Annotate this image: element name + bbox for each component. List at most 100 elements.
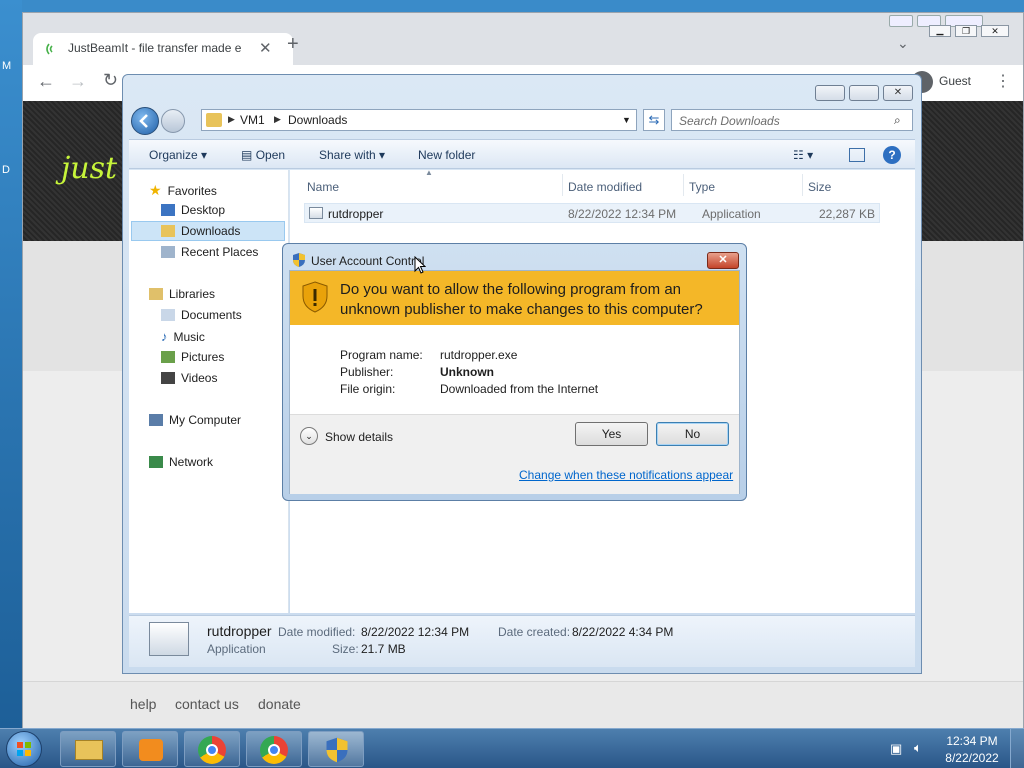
computer-icon [149,414,163,426]
restore-maximize-button[interactable]: ❐ [955,25,977,37]
organize-button[interactable]: Organize ▾ [149,148,207,162]
footer-link-help[interactable]: help [130,696,156,712]
back-arrow-icon[interactable]: ← [37,71,55,92]
taskbar-chrome-button[interactable] [184,731,240,767]
site-footer: help contact us donate [23,681,1023,729]
sort-arrow-icon: ▲ [425,168,433,177]
restore-minimize-button[interactable]: ▁ [929,25,951,37]
documents-icon [161,309,175,321]
music-note-icon: ♪ [161,329,168,344]
nav-music[interactable]: ♪ Music [161,329,205,344]
refresh-icon[interactable]: ⇆ [643,109,665,131]
uac-warning-banner: Do you want to allow the following progr… [290,271,739,325]
chrome-tab[interactable]: JustBeamIt - file transfer made e ✕ [33,33,293,65]
breadcrumb-vm1[interactable]: VM1 [240,113,265,127]
back-button[interactable] [131,107,159,135]
details-name: rutdropper [207,623,272,639]
nav-recent-places[interactable]: Recent Places [161,245,258,259]
nav-network[interactable]: Network [149,455,213,469]
command-bar: Organize ▾ ▤ Open Share with ▾ New folde… [129,139,915,169]
reload-icon[interactable]: ↻ [103,70,118,91]
show-details-chevron-icon[interactable]: ⌄ [300,427,318,445]
open-file-icon: ▤ [241,148,253,162]
taskbar-media-player-button[interactable] [122,731,178,767]
address-dropdown-icon[interactable]: ▼ [622,115,631,125]
open-button[interactable]: ▤ Open [241,148,285,162]
taskbar-chrome-button[interactable] [246,731,302,767]
breadcrumb-arrow-icon[interactable]: ▶ [228,114,235,125]
nav-libraries[interactable]: Libraries [149,287,215,301]
nav-label: Desktop [181,203,226,217]
show-desktop-button[interactable] [1010,729,1024,768]
breadcrumb-downloads[interactable]: Downloads [288,113,347,127]
nav-favorites[interactable]: ★ Favorites [149,182,217,199]
videos-icon [161,372,175,384]
no-button[interactable]: No [656,422,729,446]
restore-close-button[interactable]: ✕ [981,25,1009,37]
clock-date[interactable]: 8/22/2022 [944,751,1000,765]
new-folder-button[interactable]: New folder [418,148,475,162]
nav-videos[interactable]: Videos [161,371,217,385]
tab-search-chevron-icon[interactable]: ⌄ [897,35,909,52]
footer-link-donate[interactable]: donate [258,696,301,712]
nav-desktop[interactable]: Desktop [161,203,225,217]
volume-tray-icon[interactable]: 🔈︎ [914,740,922,756]
chrome-tab-title: JustBeamIt - file transfer made e [68,41,242,55]
explorer-close-button[interactable]: ✕ [883,85,913,101]
start-button[interactable] [6,731,42,767]
forward-arrow-icon[interactable]: → [69,71,87,92]
tab-close-icon[interactable]: ✕ [259,39,272,57]
nav-downloads[interactable]: Downloads [161,224,240,238]
folder-icon [206,113,222,127]
table-row[interactable]: rutdropper 8/22/2022 12:34 PM Applicatio… [304,203,880,223]
program-name-value: rutdropper.exe [440,348,518,362]
nav-pictures[interactable]: Pictures [161,350,224,364]
chrome-icon [260,736,288,764]
share-with-button[interactable]: Share with ▾ [319,148,385,162]
explorer-maximize-button[interactable] [849,85,879,101]
new-tab-icon[interactable]: + [287,33,299,56]
nav-label: Videos [181,371,218,385]
column-header-size[interactable]: Size [808,180,831,194]
details-size-label: Size: [332,642,359,656]
change-notifications-link[interactable]: Change when these notifications appear [519,468,733,482]
desktop-icon-label: D [2,164,10,176]
nav-my-computer[interactable]: My Computer [149,413,241,427]
view-options-icon[interactable]: ☷ ▾ [793,148,813,162]
file-name: rutdropper [328,207,384,221]
column-header-date-modified[interactable]: Date modified [568,180,642,194]
show-details-toggle[interactable]: Show details [325,430,393,444]
column-header-name[interactable]: Name [307,180,339,194]
clock-time[interactable]: 12:34 PM [946,734,998,748]
network-tray-icon[interactable]: ▣ [890,741,902,757]
nav-label: Recent Places [181,245,259,259]
help-icon[interactable]: ? [883,146,901,164]
nav-label: My Computer [169,413,242,427]
footer-link-contact[interactable]: contact us [175,696,239,712]
profile-label[interactable]: Guest [939,74,971,88]
desktop-left-edge: M D [0,0,22,728]
uac-title: User Account Control [311,254,425,268]
nav-documents[interactable]: Documents [161,308,242,322]
column-header-type[interactable]: Type [689,180,715,194]
details-date-created: 8/22/2022 4:34 PM [572,625,674,639]
kebab-menu-icon[interactable]: ⋮ [995,71,1011,91]
details-date-modified: 8/22/2022 12:34 PM [361,625,470,639]
address-bar[interactable]: ▶ VM1 ▶ Downloads ▼ [201,109,637,131]
search-input[interactable]: Search Downloads ⌕ [671,109,913,131]
uac-question: Do you want to allow the following progr… [340,281,703,318]
downloads-folder-icon [161,225,175,237]
taskbar-uac-button[interactable] [308,731,364,767]
search-icon[interactable]: ⌕ [894,113,901,128]
uac-close-button[interactable]: ✕ [707,252,739,269]
breadcrumb-arrow-icon[interactable]: ▶ [274,114,281,125]
forward-button[interactable] [161,109,185,133]
preview-pane-icon[interactable] [849,148,865,162]
yes-button[interactable]: Yes [575,422,648,446]
publisher-value: Unknown [440,365,494,379]
nav-label: Pictures [181,350,225,364]
taskbar-explorer-button[interactable] [60,731,116,767]
explorer-minimize-button[interactable] [815,85,845,101]
application-large-icon [149,622,189,656]
minimize-button[interactable] [889,15,913,27]
